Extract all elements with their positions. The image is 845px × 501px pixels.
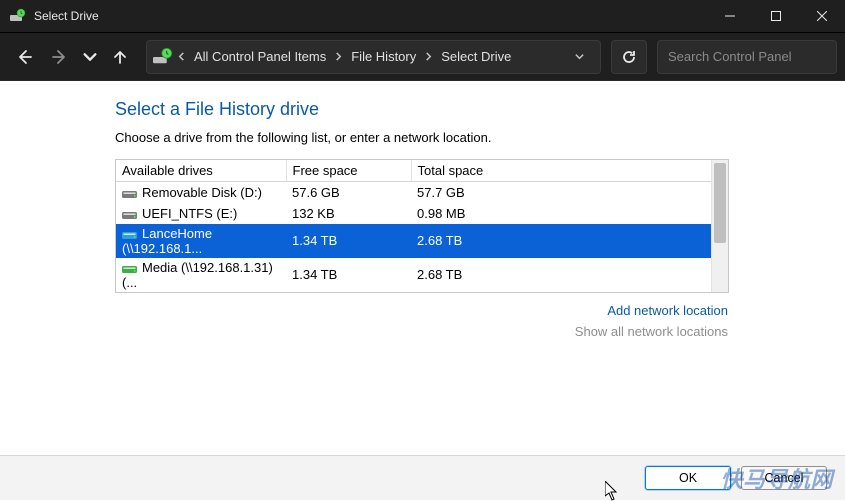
drive-name: Media (\\192.168.1.31) (... bbox=[122, 260, 273, 290]
close-button[interactable] bbox=[799, 0, 845, 33]
col-available-drives[interactable]: Available drives bbox=[116, 160, 286, 182]
drive-total: 57.7 GB bbox=[411, 182, 713, 203]
forward-button[interactable] bbox=[44, 41, 76, 73]
page-heading: Select a File History drive bbox=[115, 99, 845, 120]
table-row[interactable]: Removable Disk (D:) 57.6 GB57.7 GB bbox=[116, 182, 713, 203]
vertical-scrollbar[interactable] bbox=[711, 160, 728, 292]
col-total-space[interactable]: Total space bbox=[411, 160, 713, 182]
drive-free: 1.34 TB bbox=[286, 224, 411, 258]
add-network-location-link[interactable]: Add network location bbox=[607, 303, 728, 318]
page-subtext: Choose a drive from the following list, … bbox=[115, 130, 845, 145]
drive-total: 2.68 TB bbox=[411, 224, 713, 258]
recent-locations-button[interactable] bbox=[80, 41, 100, 73]
footer-bar: OK Cancel bbox=[0, 455, 845, 500]
ok-button[interactable]: OK bbox=[645, 466, 731, 490]
table-row[interactable]: Media (\\192.168.1.31) (... 1.34 TB2.68 T… bbox=[116, 258, 713, 292]
content-area: Select a File History drive Choose a dri… bbox=[0, 81, 845, 500]
crumb-label: Select Drive bbox=[441, 49, 511, 64]
drives-list: Available drives Free space Total space … bbox=[115, 159, 729, 293]
drive-name: UEFI_NTFS (E:) bbox=[142, 206, 237, 221]
address-bar[interactable]: All Control Panel Items File History Sel… bbox=[146, 40, 601, 74]
col-free-space[interactable]: Free space bbox=[286, 160, 411, 182]
window-title: Select Drive bbox=[34, 9, 99, 23]
crumb-all-control-panel-items[interactable]: All Control Panel Items bbox=[190, 49, 330, 64]
show-all-network-locations-link[interactable]: Show all network locations bbox=[115, 324, 728, 339]
crumb-select-drive[interactable]: Select Drive bbox=[437, 49, 515, 64]
crumb-file-history[interactable]: File History bbox=[347, 49, 420, 64]
drive-total: 2.68 TB bbox=[411, 258, 713, 292]
drive-name: Removable Disk (D:) bbox=[142, 185, 262, 200]
drive-free: 57.6 GB bbox=[286, 182, 411, 203]
title-bar: Select Drive bbox=[0, 0, 845, 33]
cancel-button[interactable]: Cancel bbox=[741, 466, 827, 490]
drive-icon bbox=[122, 263, 138, 273]
chevron-right-icon[interactable] bbox=[334, 49, 343, 64]
back-button[interactable] bbox=[8, 41, 40, 73]
crumb-label: File History bbox=[351, 49, 416, 64]
address-dropdown-button[interactable] bbox=[564, 51, 594, 62]
search-input[interactable] bbox=[666, 48, 845, 65]
crumb-label: All Control Panel Items bbox=[194, 49, 326, 64]
maximize-button[interactable] bbox=[753, 0, 799, 33]
drive-free: 132 KB bbox=[286, 203, 411, 224]
scrollbar-thumb[interactable] bbox=[714, 163, 726, 243]
minimize-button[interactable] bbox=[707, 0, 753, 33]
drive-icon bbox=[122, 188, 138, 198]
table-row[interactable]: UEFI_NTFS (E:) 132 KB0.98 MB bbox=[116, 203, 713, 224]
file-history-app-icon bbox=[10, 8, 26, 24]
search-box[interactable] bbox=[657, 40, 837, 74]
drive-free: 1.34 TB bbox=[286, 258, 411, 292]
location-icon bbox=[153, 47, 173, 67]
table-row[interactable]: LanceHome (\\192.168.1...1.34 TB2.68 TB bbox=[116, 224, 713, 258]
refresh-button[interactable] bbox=[611, 40, 647, 74]
drive-icon bbox=[122, 209, 138, 219]
up-button[interactable] bbox=[104, 41, 136, 73]
table-header-row: Available drives Free space Total space bbox=[116, 160, 713, 182]
drive-icon bbox=[122, 229, 138, 239]
nav-bar: All Control Panel Items File History Sel… bbox=[0, 33, 845, 81]
drive-total: 0.98 MB bbox=[411, 203, 713, 224]
chevron-left-icon[interactable] bbox=[177, 49, 186, 64]
chevron-right-icon[interactable] bbox=[424, 49, 433, 64]
